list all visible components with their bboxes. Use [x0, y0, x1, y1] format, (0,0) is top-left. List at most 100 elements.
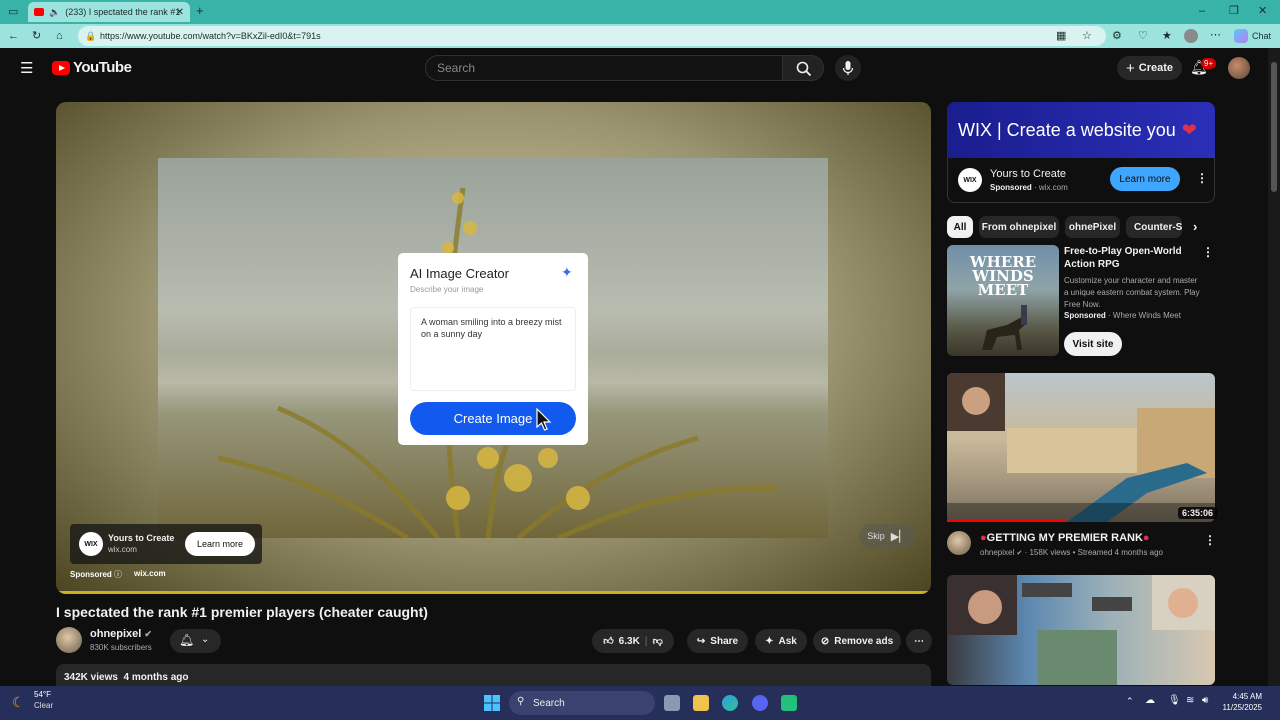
taskbar-search-icon: ⚲	[517, 696, 525, 707]
microphone-tray-icon[interactable]: 🎙︎	[1168, 695, 1181, 706]
maximize-icon[interactable]: ❐	[1229, 4, 1239, 18]
wifi-icon[interactable]: ≋	[1186, 695, 1194, 706]
file-explorer-icon[interactable]	[693, 695, 709, 711]
windows-start-icon[interactable]	[484, 695, 500, 711]
voice-search-button[interactable]	[835, 55, 861, 81]
ad-info-card[interactable]: WIX Yours to Create wix.com Learn more	[70, 524, 262, 564]
notification-count-badge: 9+	[1201, 58, 1217, 69]
thumbs-down-icon[interactable]: 👎︎	[653, 635, 663, 647]
ask-button[interactable]: ✦ Ask	[755, 629, 807, 653]
home-icon[interactable]: ⌂	[56, 29, 63, 43]
promoted-title[interactable]: Free-to-Play Open-World Action RPG	[1064, 245, 1200, 271]
recommendation-title[interactable]: ●GETTING MY PREMIER RANK●	[980, 532, 1150, 544]
sidebar-ad-name[interactable]: Yours to Create	[990, 168, 1066, 180]
more-options-icon[interactable]: ⋯	[1210, 28, 1221, 42]
favorite-star-icon[interactable]: ☆	[1082, 29, 1092, 43]
like-button[interactable]: 👍︎ 6.3K	[603, 635, 640, 648]
minimize-icon[interactable]: –	[1199, 4, 1205, 18]
favorites-icon[interactable]: ★	[1162, 29, 1172, 43]
chat-label[interactable]: Chat	[1252, 29, 1271, 43]
recommendation-thumbnail[interactable]	[947, 373, 1215, 522]
chip-counter-strike[interactable]: Counter-St	[1126, 216, 1182, 238]
more-vertical-icon[interactable]: ⋮	[1196, 171, 1208, 185]
weather-condition[interactable]: Clear	[34, 701, 53, 710]
recommendation-thumbnail-2[interactable]	[947, 575, 1215, 685]
recommendation-channel-avatar[interactable]	[947, 531, 971, 555]
browser-tab[interactable]: 🔈 (233) I spectated the rank #1 ✕	[28, 2, 190, 22]
lock-icon[interactable]: 🔒	[85, 29, 96, 43]
weather-temperature[interactable]: 54°F	[34, 690, 51, 699]
show-hidden-icons-icon[interactable]: ⌃	[1126, 696, 1134, 707]
browser-essentials-icon[interactable]: ♡	[1138, 29, 1148, 43]
task-view-icon[interactable]	[664, 695, 680, 711]
profile-icon[interactable]	[1184, 29, 1198, 43]
copilot-icon[interactable]	[1234, 29, 1248, 43]
scrollbar-thumb[interactable]	[1271, 62, 1277, 192]
menu-icon[interactable]: ☰	[20, 59, 33, 77]
ad-progress-bar[interactable]	[56, 591, 931, 594]
create-button[interactable]: + Create	[1117, 56, 1182, 80]
app-icon[interactable]	[781, 695, 797, 711]
youtube-logo-icon[interactable]	[52, 61, 70, 75]
share-button[interactable]: ↪ Share	[687, 629, 748, 653]
taskbar-clock[interactable]: 4:45 AM 11/25/2025	[1222, 691, 1262, 713]
weather-icon[interactable]: ☾	[12, 694, 25, 711]
taskbar-search[interactable]: ⚲ Search	[509, 691, 655, 715]
channel-avatar[interactable]	[56, 627, 82, 653]
ad-sponsored-domain[interactable]: wix.com	[134, 569, 166, 578]
promoted-thumbnail[interactable]: WHERE WINDS MEET	[947, 245, 1059, 356]
promoted-more-vertical-icon[interactable]: ⋮	[1202, 245, 1214, 259]
wix-logo-icon: WIX	[79, 532, 103, 556]
page-scrollbar[interactable]	[1268, 48, 1280, 686]
chip-ohnepixel[interactable]: ohnePixel	[1065, 216, 1120, 238]
sidebar-learn-more-button[interactable]: Learn more	[1110, 167, 1180, 191]
search-button[interactable]	[782, 55, 824, 81]
ad-learn-more-button[interactable]: Learn more	[185, 532, 255, 556]
horse-rider-silhouette	[982, 305, 1027, 350]
microphone-icon	[842, 61, 854, 75]
discord-icon[interactable]	[752, 695, 768, 711]
skip-ad-button[interactable]: Skip ▶▏	[859, 524, 916, 548]
close-window-icon[interactable]: ✕	[1258, 4, 1267, 18]
new-tab-icon[interactable]: +	[196, 4, 204, 18]
search-icon	[796, 61, 812, 77]
tab-actions-icon[interactable]: ▭	[8, 5, 18, 19]
more-actions-button[interactable]: ⋯	[906, 629, 932, 653]
recommendation-more-vertical-icon[interactable]: ⋮	[1204, 533, 1216, 547]
url-field[interactable]: 🔒 https://www.youtube.com/watch?v=BKxZil…	[78, 26, 1106, 46]
back-icon[interactable]: ←	[8, 29, 19, 43]
refresh-icon[interactable]: ↻	[32, 29, 41, 43]
youtube-header: ☰ YouTube Search + Create 🔔︎ 9+	[2, 48, 1268, 88]
chips-next-chevron-icon[interactable]: ›	[1193, 219, 1197, 234]
info-icon[interactable]: ⓘ	[114, 570, 122, 579]
promoted-sponsor-line: Sponsored · Where Winds Meet	[1064, 311, 1181, 320]
channel-name[interactable]: ohnepixel ✔	[90, 628, 152, 640]
tab-close-icon[interactable]: ✕	[176, 7, 184, 18]
youtube-favicon-icon	[34, 8, 44, 16]
youtube-logo-text[interactable]: YouTube	[73, 59, 132, 76]
account-avatar[interactable]	[1228, 57, 1250, 79]
ai-card-title: AI Image Creator	[410, 266, 509, 281]
watched-progress-bar	[947, 519, 1065, 522]
edge-browser-icon[interactable]	[722, 695, 738, 711]
onedrive-cloud-icon[interactable]: ☁	[1145, 695, 1155, 706]
promoted-description: Customize your character and master a un…	[1064, 276, 1200, 309]
no-ads-icon: ⊘	[820, 635, 830, 647]
remove-ads-button[interactable]: ⊘ Remove ads	[813, 629, 901, 653]
visit-site-button[interactable]: Visit site	[1064, 332, 1122, 356]
prompt-textarea[interactable]: A woman smiling into a breezy mist on a …	[410, 307, 576, 391]
app-available-icon[interactable]: ▦	[1056, 29, 1066, 43]
wix-logo-icon: WIX	[958, 168, 982, 192]
subscriber-count: 830K subscribers	[90, 643, 152, 652]
taskbar-search-label: Search	[533, 697, 565, 709]
browser-tab-bar: ▭ 🔈 (233) I spectated the rank #1 ✕ + – …	[0, 0, 1280, 24]
extensions-icon[interactable]: ⚙	[1112, 29, 1122, 43]
wix-banner-ad[interactable]: WIX | Create a website you ❤	[947, 102, 1215, 158]
speaker-icon[interactable]: 🔈	[49, 7, 60, 18]
chip-from-ohnepixel[interactable]: From ohnepixel	[979, 216, 1059, 238]
video-player[interactable]: AI Image Creator ✦ Describe your image A…	[56, 102, 931, 594]
subscription-notification-button[interactable]: 🔔︎ ⌄	[170, 629, 221, 653]
volume-icon[interactable]: 🔊︎	[1202, 695, 1208, 706]
chip-all[interactable]: All	[947, 216, 973, 238]
search-input[interactable]: Search	[425, 55, 783, 81]
